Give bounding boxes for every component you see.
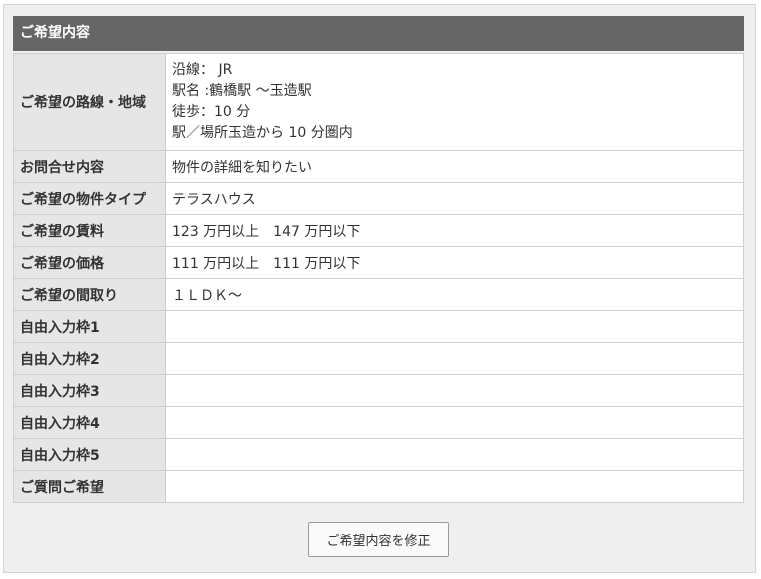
table-row: 自由入力枠3 xyxy=(13,374,744,407)
edit-request-button[interactable]: ご希望内容を修正 xyxy=(308,522,449,557)
free-field-5-value xyxy=(165,438,744,471)
route-label: ご希望の路線・地域 xyxy=(13,53,166,151)
table-row: ご希望の賃料 123 万円以上 147 万円以下 xyxy=(13,214,744,247)
price-label: ご希望の価格 xyxy=(13,246,166,279)
floor-plan-value: １ＬＤＫ～ xyxy=(165,278,744,311)
details-table: ご希望の路線・地域 沿線： JR 駅名 :鶴橋駅 ～玉造駅 徒歩：10 分 駅／… xyxy=(13,53,744,503)
table-row: 自由入力枠1 xyxy=(13,310,744,343)
questions-label: ご質問ご希望 xyxy=(13,470,166,503)
questions-value xyxy=(165,470,744,503)
table-row: ご質問ご希望 xyxy=(13,470,744,503)
table-row: ご希望の物件タイプ テラスハウス xyxy=(13,182,744,215)
free-field-1-label: 自由入力枠1 xyxy=(13,310,166,343)
route-walk-text: 徒歩：10 分 xyxy=(172,104,251,120)
route-station-text: 駅名 :鶴橋駅 ～玉造駅 xyxy=(172,83,312,99)
inquiry-value: 物件の詳細を知りたい xyxy=(165,150,744,183)
price-value: 111 万円以上 111 万円以下 xyxy=(165,246,744,279)
free-field-2-value xyxy=(165,342,744,375)
inquiry-label: お問合せ内容 xyxy=(13,150,166,183)
table-row: ご希望の価格 111 万円以上 111 万円以下 xyxy=(13,246,744,279)
free-field-4-label: 自由入力枠4 xyxy=(13,406,166,439)
table-row-route: ご希望の路線・地域 沿線： JR 駅名 :鶴橋駅 ～玉造駅 徒歩：10 分 駅／… xyxy=(13,53,744,151)
table-row: 自由入力枠4 xyxy=(13,406,744,439)
route-area-text: 駅／場所玉造から 10 分圏内 xyxy=(172,125,353,141)
free-field-3-value xyxy=(165,374,744,407)
table-row: ご希望の間取り １ＬＤＫ～ xyxy=(13,278,744,311)
rent-value: 123 万円以上 147 万円以下 xyxy=(165,214,744,247)
route-line-text: 沿線： JR xyxy=(172,62,233,78)
property-type-label: ご希望の物件タイプ xyxy=(13,182,166,215)
route-value: 沿線： JR 駅名 :鶴橋駅 ～玉造駅 徒歩：10 分 駅／場所玉造から 10 … xyxy=(165,53,744,151)
free-field-3-label: 自由入力枠3 xyxy=(13,374,166,407)
table-row: お問合せ内容 物件の詳細を知りたい xyxy=(13,150,744,183)
floor-plan-label: ご希望の間取り xyxy=(13,278,166,311)
free-field-1-value xyxy=(165,310,744,343)
free-field-2-label: 自由入力枠2 xyxy=(13,342,166,375)
free-field-5-label: 自由入力枠5 xyxy=(13,438,166,471)
panel-title: ご希望内容 xyxy=(13,16,744,51)
table-row: 自由入力枠2 xyxy=(13,342,744,375)
free-field-4-value xyxy=(165,406,744,439)
table-row: 自由入力枠5 xyxy=(13,438,744,471)
rent-label: ご希望の賃料 xyxy=(13,214,166,247)
button-area: ご希望内容を修正 xyxy=(308,522,449,557)
property-type-value: テラスハウス xyxy=(165,182,744,215)
